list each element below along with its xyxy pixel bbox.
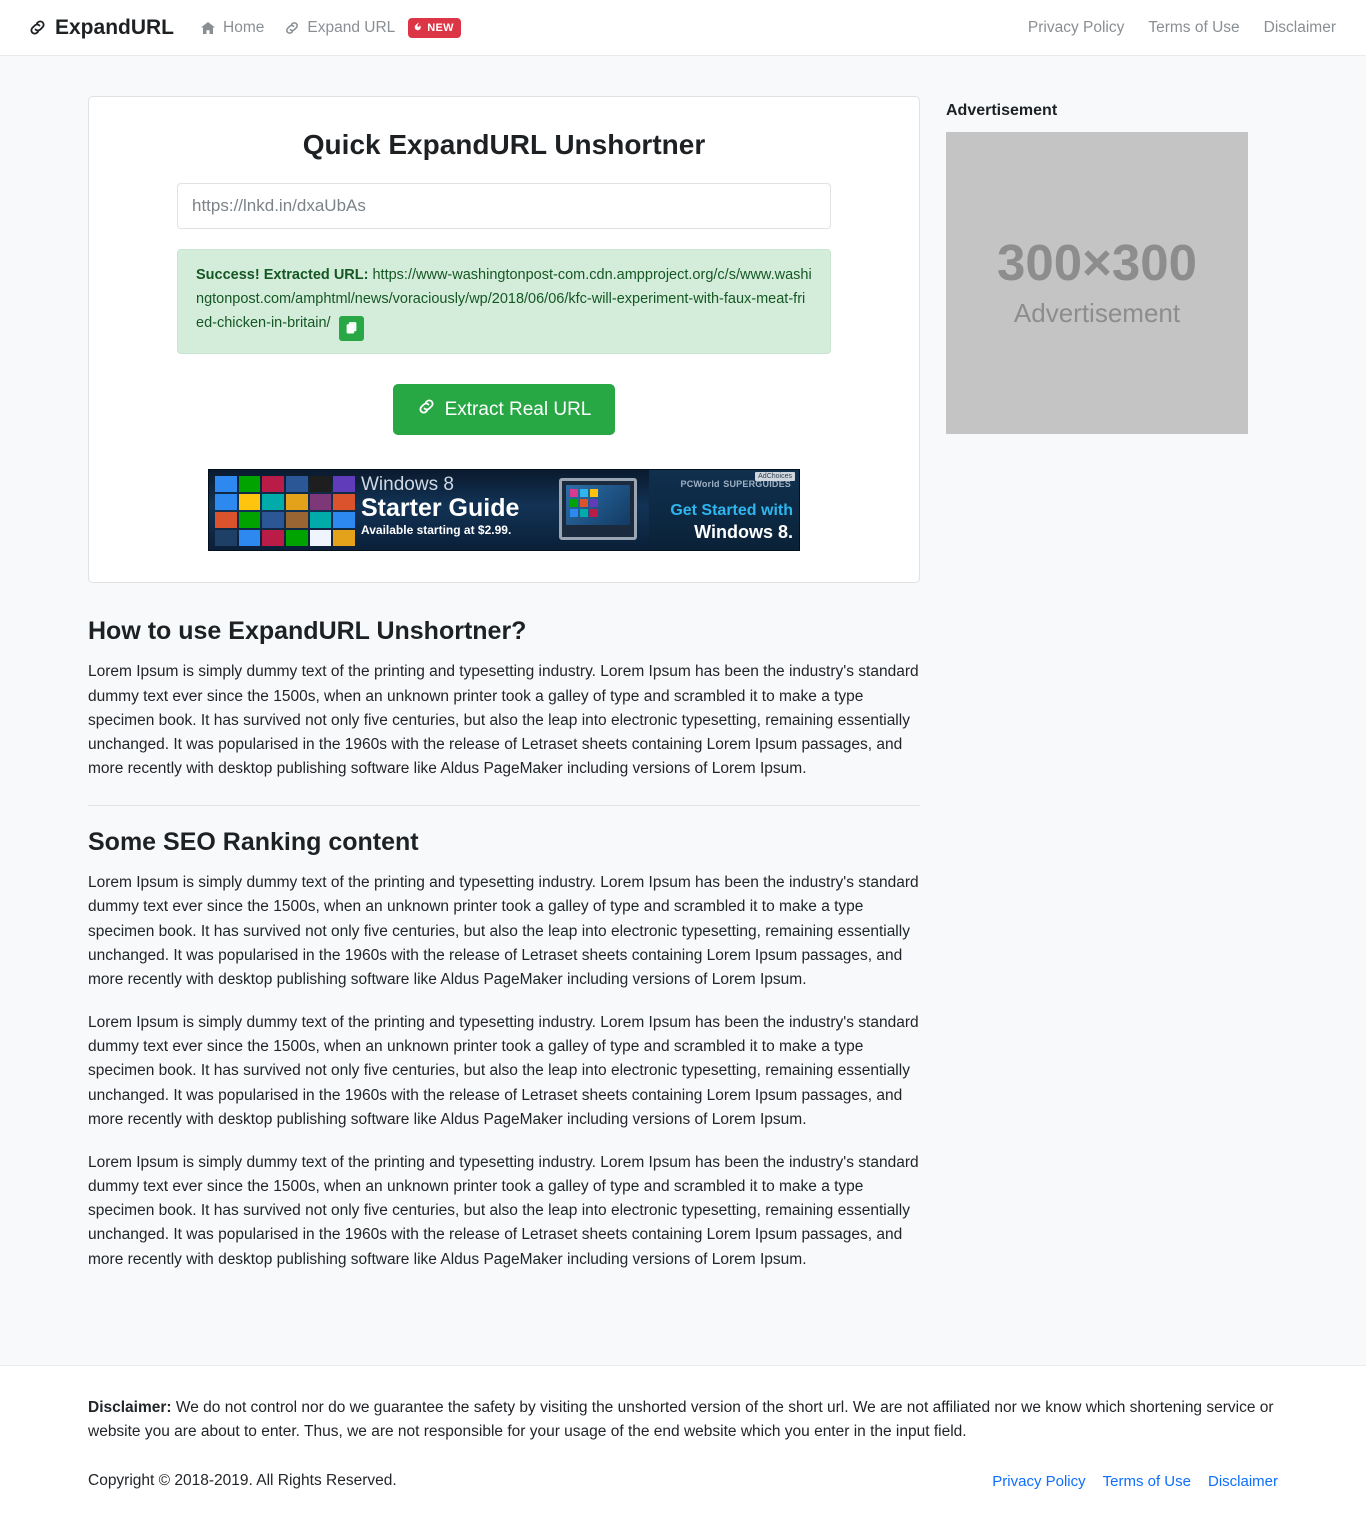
unshortner-card: Quick ExpandURL Unshortner Success! Extr…	[88, 96, 920, 584]
banner-cta-line2: Windows 8.	[694, 522, 793, 543]
nav-item-expand-url[interactable]: Expand URL NEW	[284, 17, 461, 38]
article-content: How to use ExpandURL Unshortner? Lorem I…	[88, 617, 920, 1271]
banner-headline-small: Windows 8	[361, 474, 454, 496]
link-icon	[284, 20, 300, 36]
paragraph: Lorem Ipsum is simply dummy text of the …	[88, 1153, 919, 1268]
windows-tiles-graphic	[215, 476, 355, 547]
extract-button-label: Extract Real URL	[444, 398, 592, 420]
nav-item-home-label: Home	[223, 18, 265, 36]
main-column: Quick ExpandURL Unshortner Success! Extr…	[88, 96, 920, 1291]
submit-row: Extract Real URL	[177, 384, 831, 436]
footer: Disclaimer: We do not control nor do we …	[0, 1366, 1366, 1517]
monitor-screen	[566, 485, 630, 526]
extract-real-url-button[interactable]: Extract Real URL	[392, 384, 616, 436]
copy-icon	[345, 321, 358, 337]
url-input[interactable]	[177, 183, 831, 229]
ad-sub-label: Advertisement	[1013, 298, 1181, 328]
brand-logo[interactable]: ExpandURL	[28, 16, 174, 40]
status-badge-new: NEW	[408, 17, 461, 38]
section-heading-how-to: How to use ExpandURL Unshortner?	[88, 617, 527, 646]
copy-url-button[interactable]	[338, 316, 364, 342]
monitor-graphic	[559, 478, 637, 541]
home-icon	[200, 20, 216, 36]
footer-disclaimer-label: Disclaimer:	[88, 1399, 172, 1416]
footer-bottom-row: Copyright © 2018-2019. All Rights Reserv…	[88, 1472, 1278, 1490]
paragraph: Lorem Ipsum is simply dummy text of the …	[88, 1014, 919, 1128]
nav-primary-links: Home Expand URL NEW	[200, 17, 461, 38]
success-alert-prefix: Success! Extracted URL:	[196, 267, 369, 283]
footer-link-privacy-policy[interactable]: Privacy Policy	[992, 1473, 1085, 1490]
sidebar: Advertisement 300×300 Advertisement	[946, 96, 1248, 434]
sidebar-ad-placeholder[interactable]: 300×300 Advertisement	[946, 132, 1248, 434]
navbar: ExpandURL Home Expand URL NEW Privacy Po…	[0, 0, 1366, 56]
nav-item-disclaimer[interactable]: Disclaimer	[1264, 19, 1336, 37]
nav-secondary-links: Privacy Policy Terms of Use Disclaimer	[1028, 19, 1336, 37]
adchoices-icon[interactable]: AdChoices	[755, 472, 795, 482]
brand-label: ExpandURL	[55, 15, 175, 39]
banner-cta-line1: Get Started with	[670, 502, 793, 520]
nav-item-home[interactable]: Home	[200, 19, 264, 37]
footer-link-disclaimer[interactable]: Disclaimer	[1208, 1473, 1278, 1490]
banner-headline-big: Starter Guide	[361, 494, 520, 523]
footer-links: Privacy Policy Terms of Use Disclaimer	[992, 1473, 1278, 1490]
ad-size-label: 300×300	[997, 234, 1197, 291]
success-alert: Success! Extracted URL: https://www-wash…	[177, 249, 831, 355]
banner-text-block: Windows 8 Starter Guide Available starti…	[361, 475, 519, 539]
link-icon	[28, 18, 47, 37]
footer-link-terms-of-use[interactable]: Terms of Use	[1103, 1473, 1191, 1490]
page-body: Quick ExpandURL Unshortner Success! Extr…	[0, 56, 1366, 1366]
section-divider	[88, 805, 920, 807]
fire-icon	[414, 21, 423, 35]
main-container: Quick ExpandURL Unshortner Success! Extr…	[88, 96, 1278, 1291]
banner-ad-wrap: Windows 8 Starter Guide Available starti…	[177, 469, 831, 556]
copyright-text: Copyright © 2018-2019. All Rights Reserv…	[88, 1472, 397, 1490]
section-heading-seo: Some SEO Ranking content	[88, 828, 419, 857]
nav-item-expand-url-label: Expand URL	[307, 18, 396, 36]
banner-price-line: Available starting at $2.99.	[361, 523, 512, 538]
banner-advertisement[interactable]: Windows 8 Starter Guide Available starti…	[208, 469, 800, 552]
footer-inner: Disclaimer: We do not control nor do we …	[88, 1396, 1278, 1490]
paragraph: Lorem Ipsum is simply dummy text of the …	[88, 663, 919, 778]
footer-disclaimer-text: We do not control nor do we guarantee th…	[88, 1399, 1274, 1441]
sidebar-ad-label: Advertisement	[946, 102, 1058, 119]
page-title: Quick ExpandURL Unshortner	[302, 129, 706, 160]
nav-item-terms-of-use[interactable]: Terms of Use	[1148, 19, 1239, 37]
badge-new-label: NEW	[427, 21, 454, 34]
link-icon	[417, 397, 436, 422]
nav-item-privacy-policy[interactable]: Privacy Policy	[1028, 19, 1124, 37]
footer-disclaimer: Disclaimer: We do not control nor do we …	[88, 1396, 1278, 1444]
paragraph: Lorem Ipsum is simply dummy text of the …	[88, 874, 919, 988]
